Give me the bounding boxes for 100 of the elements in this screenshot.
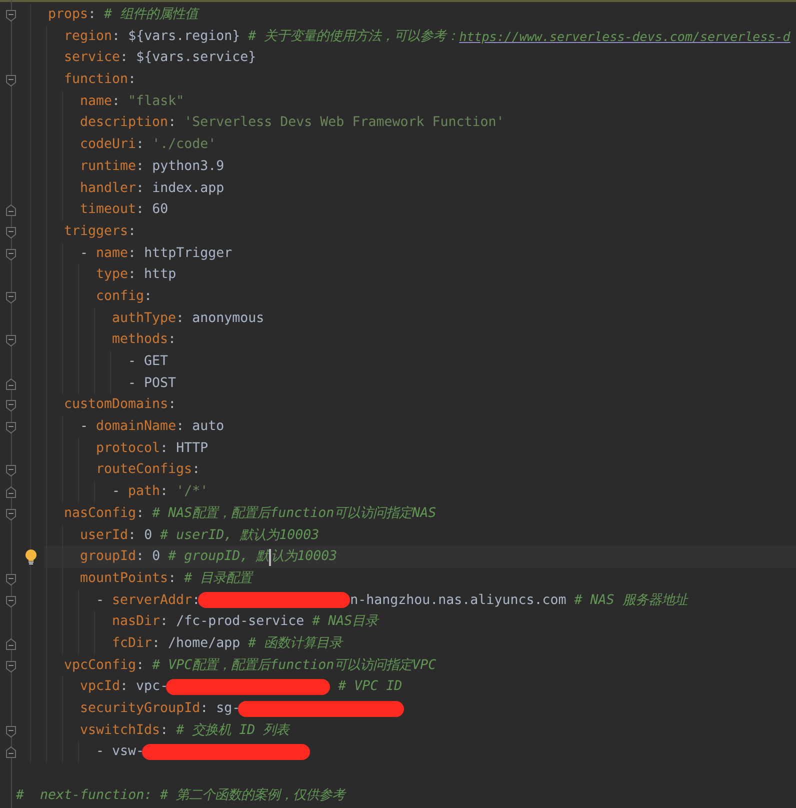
fold-icon[interactable]	[5, 226, 17, 239]
fold-icon[interactable]	[5, 486, 17, 500]
key-colon: :	[200, 700, 208, 718]
yaml-key: name	[80, 90, 112, 112]
key-colon: :	[168, 396, 176, 414]
key-colon: :	[144, 288, 152, 306]
fold-icon[interactable]	[5, 9, 17, 22]
key-colon: :	[136, 136, 144, 154]
yaml-key: service	[64, 47, 120, 70]
yaml-value: 0	[151, 548, 160, 566]
key-colon: :	[128, 266, 136, 284]
fold-icon[interactable]	[5, 378, 17, 391]
key-colon: :	[160, 440, 168, 458]
key-colon: :	[136, 158, 144, 176]
fold-icon[interactable]	[5, 594, 17, 608]
key-colon: :	[168, 331, 176, 350]
code-comment: # userID, 默认为10003	[159, 526, 320, 544]
fold-icon[interactable]	[5, 508, 17, 521]
code-comment: # groupID, 默	[167, 548, 270, 566]
code-comment: # NAS 服务器地址	[573, 592, 688, 610]
string-value: './code'	[151, 136, 216, 154]
yaml-key: domainName	[96, 416, 176, 438]
yaml-value: /fc-prod-service	[175, 613, 304, 632]
key-colon: :	[128, 222, 136, 241]
yaml-key: function	[64, 69, 128, 91]
list-dash: -	[128, 374, 138, 393]
yaml-value: vpc-	[135, 678, 168, 696]
key-colon: :	[136, 180, 144, 198]
yaml-key: groupId	[80, 546, 136, 568]
key-colon: :	[136, 656, 144, 675]
code-comment: # 组件的属性值	[103, 6, 198, 24]
yaml-value: GET	[144, 353, 168, 371]
list-dash: -	[112, 483, 122, 502]
yaml-value: HTTP	[175, 440, 208, 458]
string-value: "flask"	[127, 92, 184, 111]
fold-icon[interactable]	[5, 421, 17, 434]
key-colon: :	[160, 722, 168, 740]
code-comment: # NAS配置，配置后function可以访问指定NAS	[151, 504, 436, 523]
fold-icon[interactable]	[5, 746, 17, 760]
key-colon: :	[176, 418, 184, 436]
fold-icon[interactable]	[5, 74, 17, 88]
yaml-key: nasDir	[112, 611, 160, 633]
yaml-key: region	[64, 26, 112, 48]
fold-icon[interactable]	[5, 724, 17, 738]
yaml-key: codeUri	[80, 134, 136, 156]
fold-icon[interactable]	[5, 572, 17, 586]
yaml-value: vsw-	[112, 743, 144, 762]
code-comment: # 关于变量的使用方法，可以参考：	[247, 28, 460, 46]
yaml-key: customDomains	[64, 394, 168, 416]
yaml-key: mountPoints	[80, 568, 168, 590]
fold-icon[interactable]	[5, 290, 17, 304]
code-comment: # NAS目录	[311, 613, 378, 632]
yaml-key: path	[128, 481, 160, 503]
yaml-value: 0	[143, 526, 152, 544]
yaml-value: httpTrigger	[143, 244, 232, 263]
yaml-key: securityGroupId	[80, 698, 200, 720]
lightbulb-icon[interactable]	[24, 549, 38, 566]
fold-icon[interactable]	[5, 638, 17, 651]
yaml-key: authType	[112, 308, 176, 330]
key-colon: :	[112, 28, 120, 46]
yaml-key: triggers	[64, 220, 128, 243]
yaml-key: routeConfigs	[96, 459, 192, 482]
yaml-key: vpcConfig	[64, 654, 136, 676]
yaml-value: ${vars.region}	[127, 28, 240, 46]
yaml-value: 60	[151, 201, 168, 220]
yaml-key: protocol	[96, 438, 160, 460]
key-colon: :	[192, 592, 200, 610]
key-colon: :	[88, 6, 96, 24]
yaml-value: index.app	[151, 180, 224, 198]
fold-icon[interactable]	[5, 660, 17, 673]
fold-icon[interactable]	[5, 248, 17, 261]
code-comment: # 交换机 ID 列表	[175, 722, 290, 740]
list-dash: -	[96, 592, 106, 610]
key-colon: :	[152, 634, 160, 653]
code-comment: 认为10003	[271, 548, 338, 566]
fold-icon[interactable]	[5, 464, 17, 478]
fold-icon[interactable]	[5, 399, 17, 412]
yaml-key: config	[96, 286, 144, 308]
yaml-value: anonymous	[191, 310, 264, 328]
code-comment: # 函数计算目录	[247, 634, 342, 653]
fold-icon[interactable]	[5, 204, 17, 218]
yaml-key: userId	[80, 524, 128, 546]
yaml-value: auto	[191, 418, 224, 436]
key-colon: :	[168, 114, 176, 132]
code-comment: # next-function: # 第二个函数的案例，仅供参考	[16, 786, 346, 805]
yaml-key: vpcId	[80, 676, 120, 698]
yaml-value: /home/app	[167, 634, 240, 653]
yaml-key: description	[80, 112, 168, 134]
key-colon: :	[136, 548, 144, 566]
yaml-key: props	[48, 4, 88, 26]
fold-icon[interactable]	[5, 334, 17, 348]
list-dash: -	[80, 244, 90, 263]
comment-link[interactable]: https://www.serverless-devs.com/serverless-d	[459, 26, 790, 48]
key-colon: :	[160, 483, 168, 502]
key-colon: :	[192, 461, 200, 480]
yaml-key: name	[96, 242, 128, 264]
key-colon: :	[136, 504, 144, 523]
text-caret	[269, 548, 272, 566]
yaml-key: runtime	[80, 156, 136, 178]
code-comment: # VPC ID	[337, 678, 402, 696]
